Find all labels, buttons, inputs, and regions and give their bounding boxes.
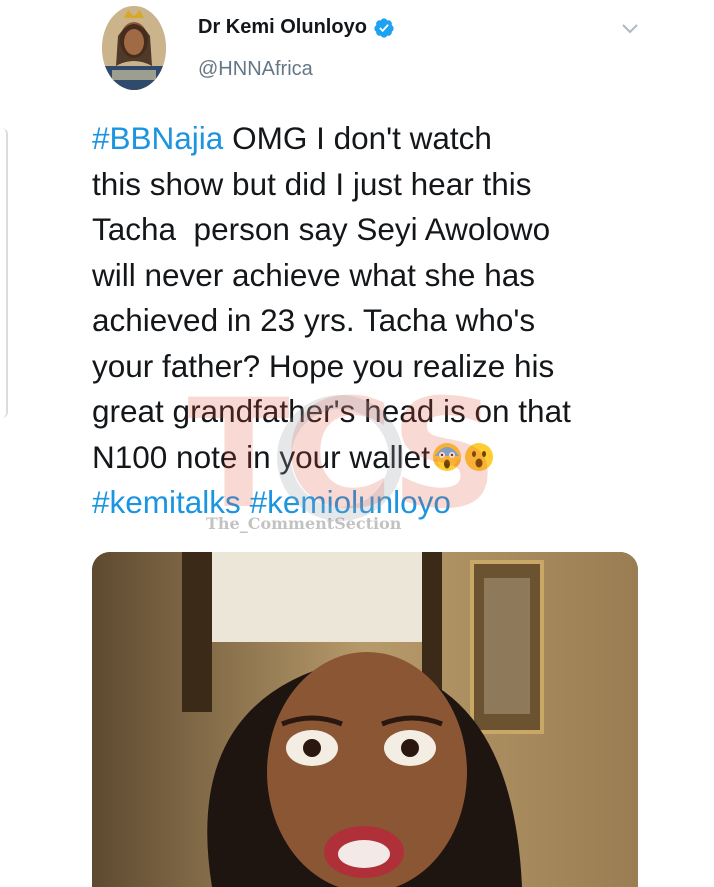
tweet-line: this show but did I just hear this (92, 165, 532, 202)
tweet-line: Tacha person say Seyi Awolowo (92, 211, 551, 247)
tweet-line: N100 note in your wallet (92, 438, 430, 475)
tweet-line: OMG I don't watch (223, 120, 492, 156)
tweet-line: achieved in 23 yrs. Tacha who's (92, 302, 536, 338)
avatar[interactable] (102, 6, 166, 90)
astonished-face-icon (464, 442, 493, 471)
tweet-text: #BBNajia OMG I don't watch this show but… (92, 116, 652, 526)
chevron-down-icon[interactable] (620, 22, 640, 36)
verified-badge-icon (374, 17, 394, 38)
author-name-row: Dr Kemi Olunloyo (198, 16, 395, 39)
tweet-media-photo[interactable] (92, 552, 638, 887)
tweet-line: will never achieve what she has (92, 256, 535, 293)
tweet-line: your father? Hope you realize his (92, 347, 555, 384)
watermark-caption: The_CommentSection (206, 514, 402, 533)
author-handle[interactable]: @HNNAfrica (198, 58, 313, 81)
face-screaming-in-fear-icon (432, 442, 461, 471)
tweet-line: great grandfather's head is on that (92, 393, 571, 429)
side-panel-edge (0, 128, 8, 418)
hashtag-link[interactable]: #BBNajia (92, 120, 223, 156)
display-name[interactable]: Dr Kemi Olunloyo (198, 16, 367, 39)
